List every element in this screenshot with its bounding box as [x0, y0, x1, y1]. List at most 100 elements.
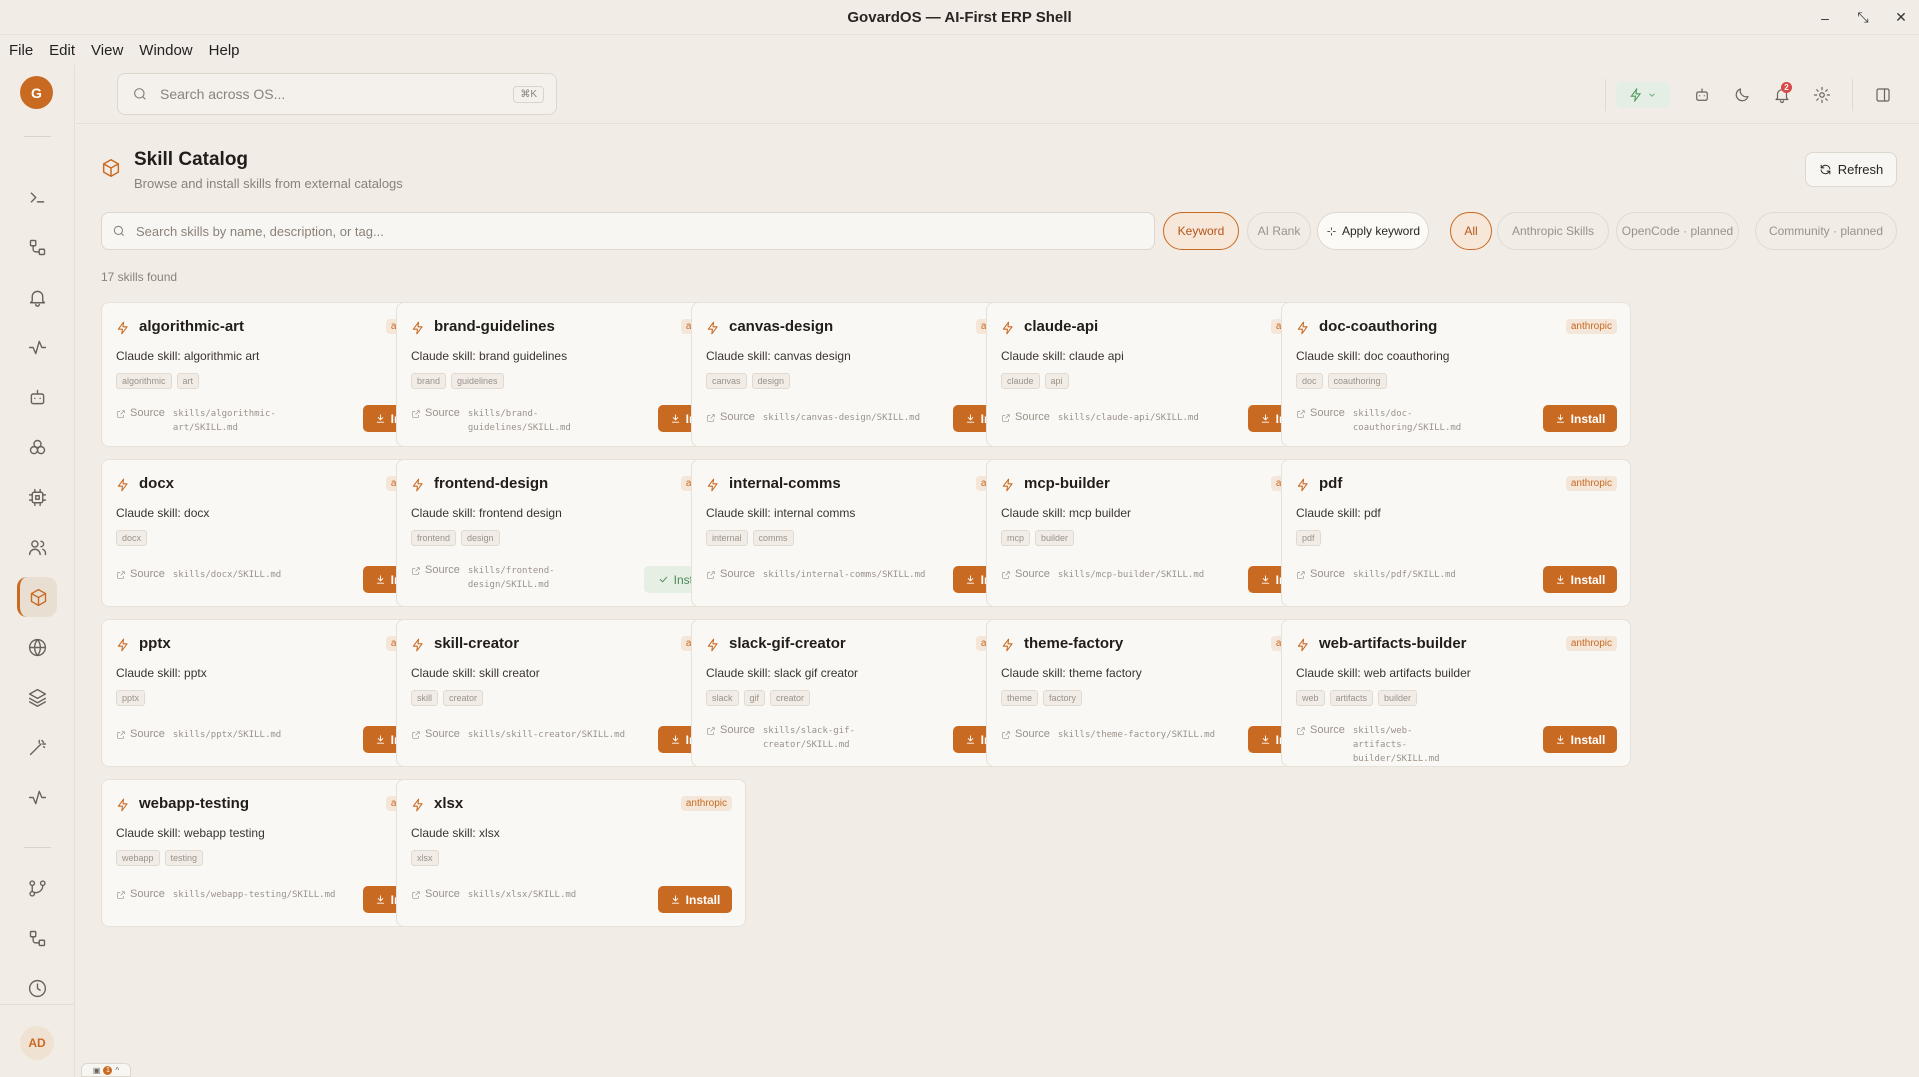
ai-mode-toggle[interactable] — [1616, 81, 1670, 108]
title-bar: GovardOS — AI-First ERP Shell – ⤡ ✕ — [0, 0, 1919, 35]
source-link[interactable]: Source skills/brand-guidelines/SKILL.md — [411, 407, 578, 435]
source-link[interactable]: Source skills/docx/SKILL.md — [116, 568, 281, 582]
sidebar-item-users[interactable] — [17, 527, 57, 567]
source-path: skills/brand-guidelines/SKILL.md — [467, 409, 571, 433]
source-chip-anthropic[interactable]: Anthropic Skills — [1497, 212, 1609, 250]
provider-badge: anthropic — [1565, 636, 1617, 651]
source-link[interactable]: Source skills/doc-coauthoring/SKILL.md — [1296, 407, 1463, 435]
source-link[interactable]: Source skills/theme-factory/SKILL.md — [1001, 728, 1215, 742]
provider-badge: anthropic — [1565, 319, 1617, 334]
global-search-input[interactable]: Search across OS... ⌘K — [117, 73, 557, 115]
source-link[interactable]: Source skills/web-artifacts-builder/SKILL… — [1296, 724, 1463, 766]
source-link[interactable]: Source skills/slack-gif-creator/SKILL.md — [706, 724, 873, 752]
panel-toggle-button[interactable] — [1863, 75, 1903, 115]
activity-icon — [28, 340, 46, 354]
skill-description: Claude skill: slack gif creator — [706, 666, 859, 680]
sidebar-item-models[interactable] — [17, 477, 57, 517]
sidebar-item-integrations[interactable] — [17, 427, 57, 467]
install-button[interactable]: Install — [1543, 405, 1617, 432]
refresh-button[interactable]: Refresh — [1805, 152, 1897, 187]
skill-card[interactable]: doc-coauthoring anthropic Claude skill: do… — [1281, 302, 1631, 447]
sidebar-item-pipelines[interactable] — [17, 918, 57, 958]
cpu-icon — [28, 488, 46, 506]
skill-tag: pptx — [116, 690, 146, 706]
source-link[interactable]: Source skills/canvas-design/SKILL.md — [706, 411, 920, 425]
source-link[interactable]: Source skills/pptx/SKILL.md — [116, 728, 281, 742]
source-path: skills/mcp-builder/SKILL.md — [1057, 570, 1205, 580]
menu-help[interactable]: Help — [207, 40, 242, 61]
close-button[interactable]: ✕ — [1893, 9, 1909, 26]
mode-ai-rank-chip[interactable]: AI Rank — [1247, 212, 1311, 250]
skill-name: theme-factory — [1024, 635, 1124, 652]
external-link-icon — [1002, 731, 1010, 739]
maximize-button[interactable]: ⤡ — [1855, 9, 1871, 26]
menu-edit[interactable]: Edit — [47, 40, 77, 61]
download-icon — [1556, 575, 1564, 584]
app-logo[interactable]: G — [20, 76, 53, 109]
source-link[interactable]: Source skills/claude-api/SKILL.md — [1001, 411, 1199, 425]
skill-tag: comms — [752, 530, 794, 546]
sidebar-item-activity[interactable] — [17, 327, 57, 367]
skill-search-placeholder: Search skills by name, description, or t… — [136, 223, 384, 239]
source-path: skills/canvas-design/SKILL.md — [762, 413, 920, 423]
results-count: 17 skills found — [101, 270, 178, 284]
source-chip-all[interactable]: All — [1450, 212, 1492, 250]
settings-button[interactable] — [1802, 75, 1842, 115]
source-path: skills/webapp-testing/SKILL.md — [172, 890, 336, 900]
sidebar-item-terminal[interactable] — [17, 177, 57, 217]
skill-tag: docx — [116, 530, 148, 546]
skill-card[interactable]: pdf anthropic Claude skill: pdf pdf Source sk… — [1281, 459, 1631, 607]
source-chip-opencode[interactable]: OpenCode · planned — [1616, 212, 1739, 250]
sidebar-item-skill-catalog[interactable] — [17, 577, 57, 617]
menu-window[interactable]: Window — [137, 40, 194, 61]
skill-description: Claude skill: web artifacts builder — [1296, 666, 1471, 680]
sidebar-item-magic[interactable] — [17, 727, 57, 767]
sidebar-item-monitoring[interactable] — [17, 777, 57, 817]
minimize-button[interactable]: – — [1817, 10, 1833, 26]
source-link[interactable]: Source skills/webapp-testing/SKILL.md — [116, 888, 335, 902]
download-icon — [1261, 414, 1269, 423]
mode-keyword-chip[interactable]: Keyword — [1163, 212, 1239, 250]
skill-tag: web — [1296, 690, 1325, 706]
menu-file[interactable]: File — [7, 40, 35, 61]
install-button[interactable]: Install — [1543, 566, 1617, 593]
skill-tag: creator — [443, 690, 484, 706]
source-label: Source — [130, 728, 165, 740]
skill-card[interactable]: xlsx anthropic Claude skill: xlsx xlsx Sourc… — [396, 779, 746, 927]
sidebar-item-layers[interactable] — [17, 677, 57, 717]
sidebar-item-alerts[interactable] — [17, 277, 57, 317]
source-link[interactable]: Source skills/algorithmic-art/SKILL.md — [116, 407, 283, 435]
source-link[interactable]: Source skills/xlsx/SKILL.md — [411, 888, 576, 902]
status-indicator[interactable]: ▣ 1 ^ — [81, 1063, 131, 1077]
sidebar: G AD — [0, 65, 75, 1077]
source-link[interactable]: Source skills/skill-creator/SKILL.md — [411, 728, 625, 742]
user-avatar[interactable]: AD — [20, 1026, 54, 1060]
skill-search-input[interactable]: Search skills by name, description, or t… — [101, 212, 1155, 250]
notifications-button[interactable]: 2 — [1762, 75, 1802, 115]
apply-keyword-button[interactable]: Apply keyword — [1317, 212, 1429, 250]
download-icon — [671, 735, 679, 744]
sidebar-item-globe[interactable] — [17, 627, 57, 667]
sidebar-item-workflows[interactable] — [17, 227, 57, 267]
install-button[interactable]: Install — [658, 886, 732, 913]
source-link[interactable]: Source skills/pdf/SKILL.md — [1296, 568, 1456, 582]
skill-tag: coauthoring — [1327, 373, 1387, 389]
theme-toggle-button[interactable] — [1722, 75, 1762, 115]
sidebar-item-agents[interactable] — [17, 377, 57, 417]
git-branch-icon — [28, 879, 46, 897]
skill-description: Claude skill: algorithmic art — [116, 349, 260, 363]
skill-card[interactable]: web-artifacts-builder anthropic Claude ski… — [1281, 619, 1631, 767]
source-link[interactable]: Source skills/internal-comms/SKILL.md — [706, 568, 925, 582]
source-link[interactable]: Source skills/frontend-design/SKILL.md — [411, 564, 578, 592]
skill-name: brand-guidelines — [434, 318, 555, 335]
menu-view[interactable]: View — [89, 40, 125, 61]
skill-description: Claude skill: canvas design — [706, 349, 851, 363]
assistant-button[interactable] — [1682, 75, 1722, 115]
install-button[interactable]: Install — [1543, 726, 1617, 753]
source-link[interactable]: Source skills/mcp-builder/SKILL.md — [1001, 568, 1204, 582]
sidebar-item-git[interactable] — [17, 868, 57, 908]
external-link-icon — [412, 891, 420, 899]
sidebar-item-history[interactable] — [17, 968, 57, 1008]
refresh-icon — [1820, 164, 1831, 175]
source-chip-community[interactable]: Community · planned — [1755, 212, 1897, 250]
